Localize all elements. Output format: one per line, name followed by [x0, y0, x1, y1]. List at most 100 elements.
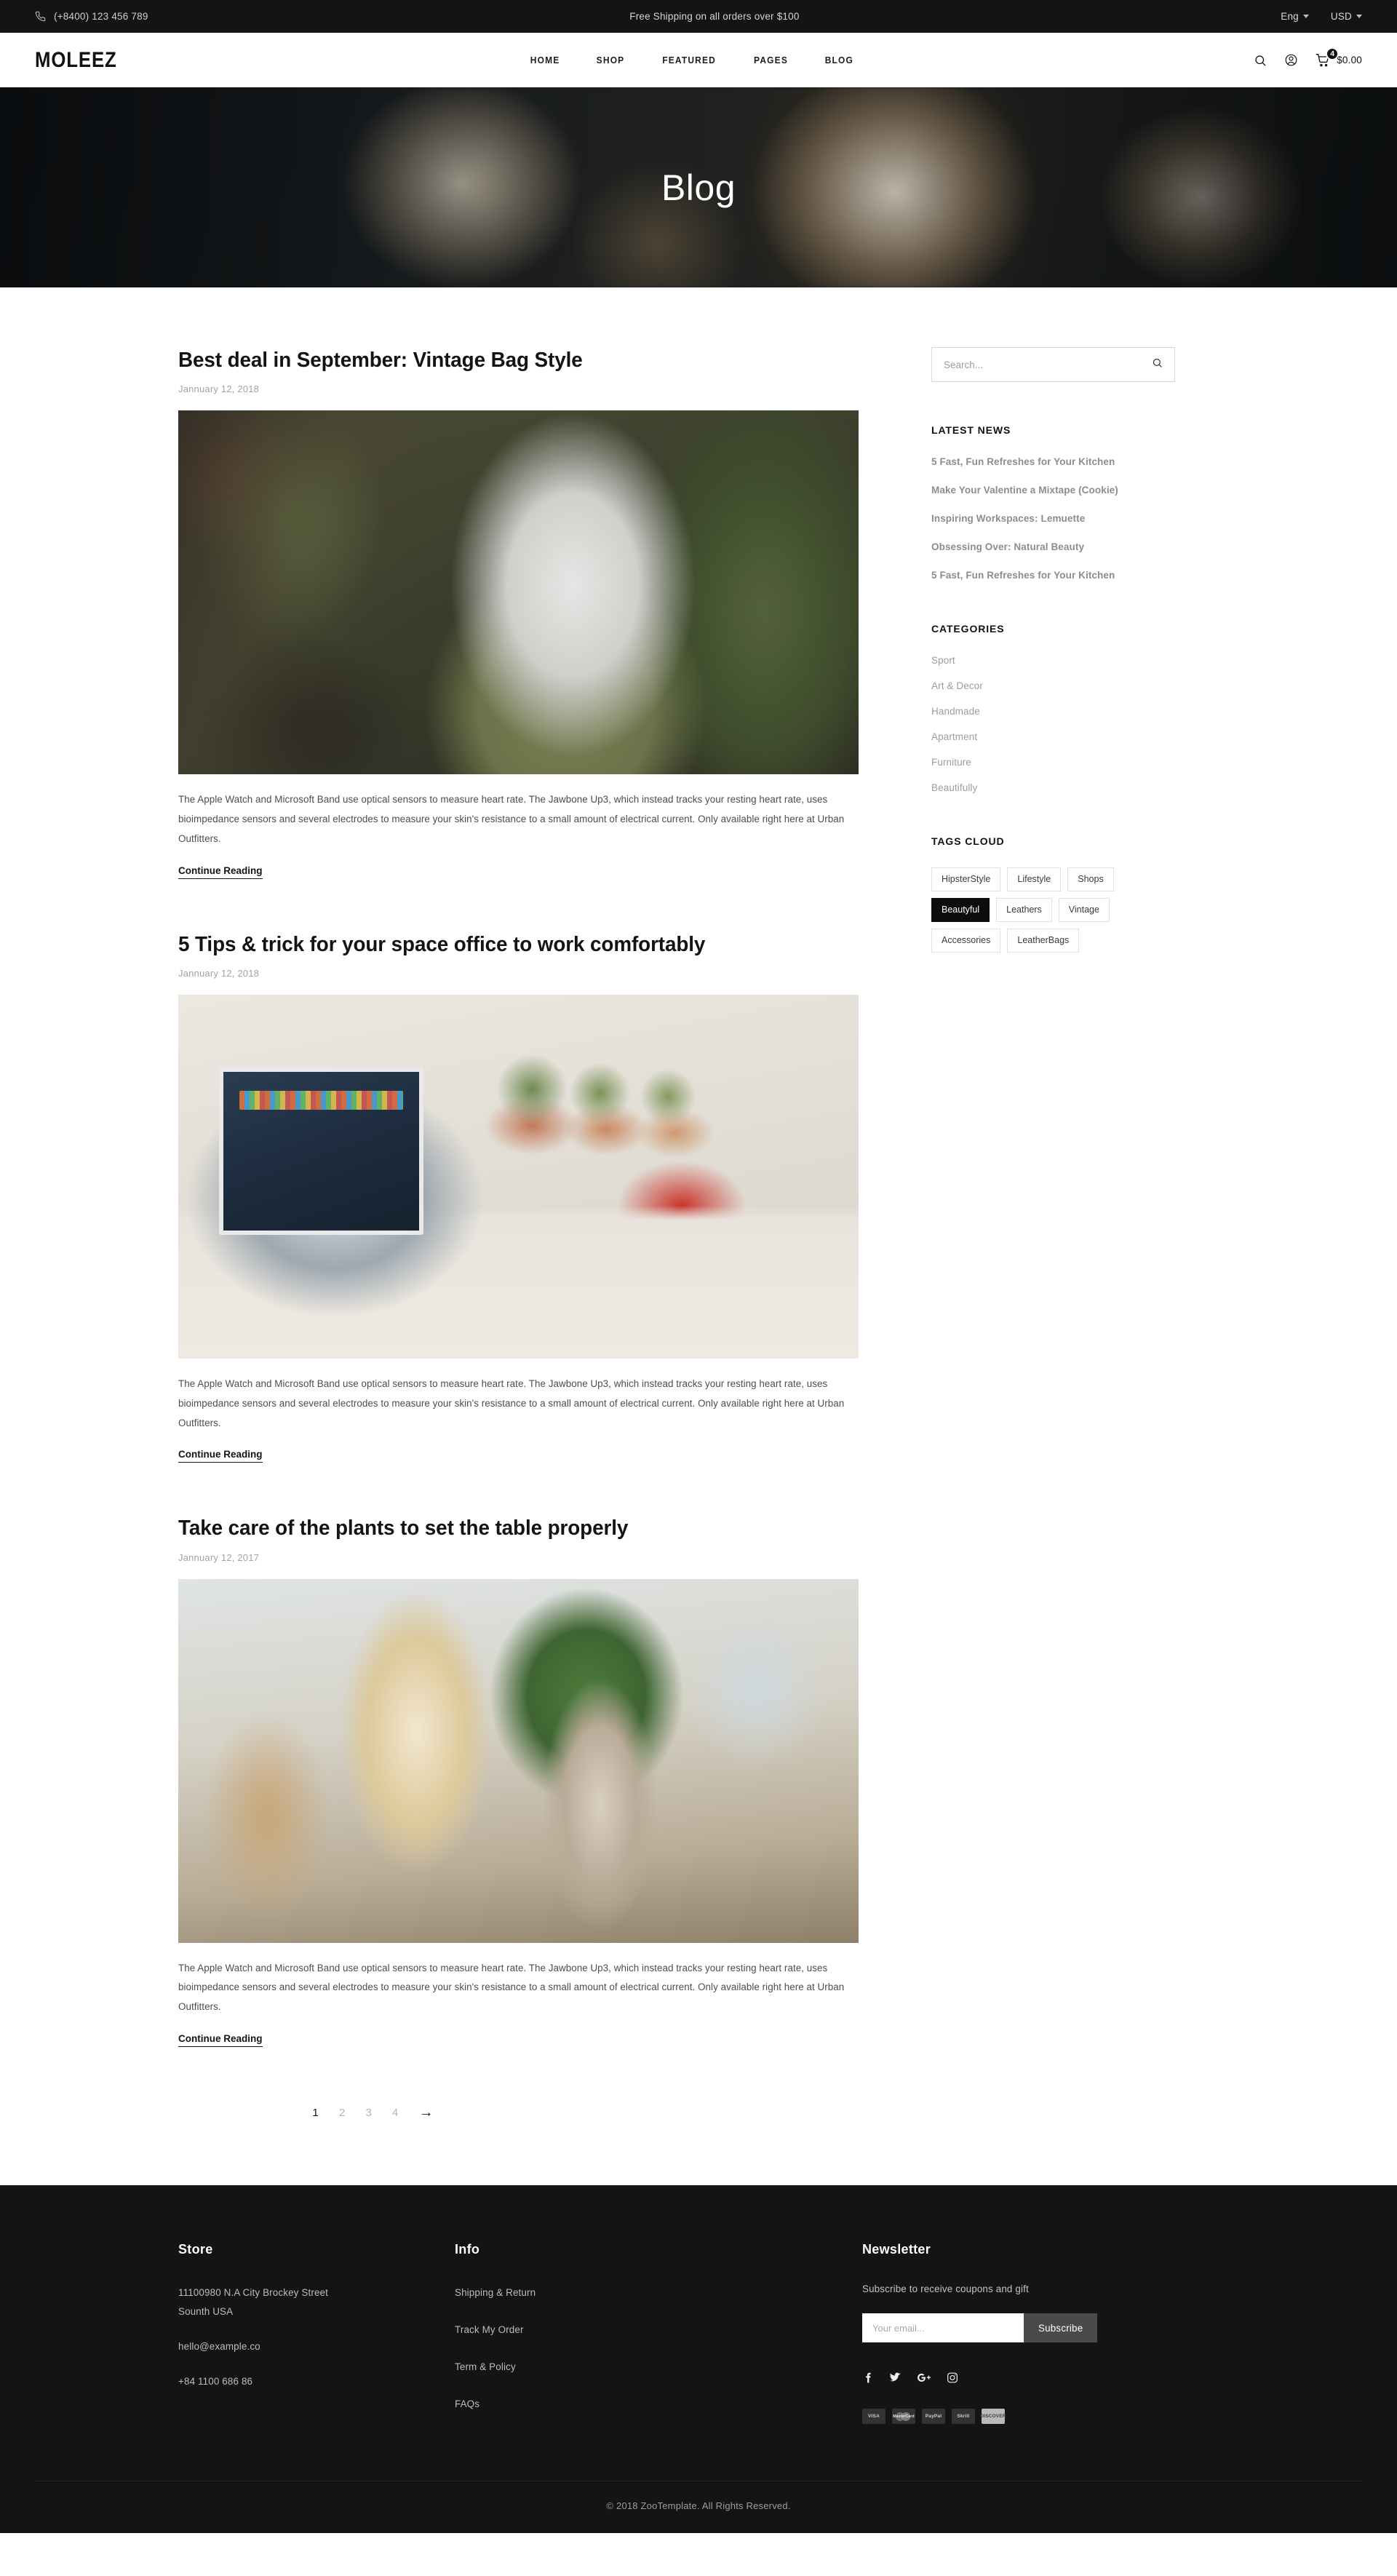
continue-reading-link[interactable]: Continue Reading	[178, 865, 263, 879]
footer-newsletter-subtitle: Subscribe to receive coupons and gift	[862, 2283, 1029, 2295]
cart-count-badge: 4	[1326, 47, 1340, 60]
nav-item-pages[interactable]: PAGES	[754, 55, 788, 65]
tag-chip[interactable]: Shops	[1067, 867, 1114, 891]
search-icon[interactable]	[1152, 357, 1163, 372]
list-item[interactable]: 5 Fast, Fun Refreshes for Your Kitchen	[931, 456, 1175, 467]
site-header: MOLEEZ HOME SHOP FEATURED PAGES BLOG 4 $…	[0, 33, 1397, 87]
list-item[interactable]: Handmade	[931, 706, 1175, 717]
tag-chip[interactable]: LeatherBags	[1007, 929, 1080, 953]
post-featured-image[interactable]	[178, 410, 859, 775]
search-icon[interactable]	[1254, 54, 1267, 67]
nav-item-shop[interactable]: SHOP	[597, 55, 625, 65]
categories-list: Sport Art & Decor Handmade Apartment Fur…	[931, 655, 1175, 793]
footer-column-info: Info Shipping & Return Track My Order Te…	[455, 2242, 862, 2433]
pagination-page-3[interactable]: 3	[366, 2107, 373, 2119]
page-hero-banner: Blog	[0, 87, 1397, 287]
widget-title: LATEST NEWS	[931, 424, 1011, 436]
footer-info-title: Info	[455, 2242, 480, 2257]
search-input[interactable]	[944, 359, 1152, 370]
list-item[interactable]: Make Your Valentine a Mixtape (Cookie)	[931, 485, 1175, 496]
top-announcement-bar: (+8400) 123 456 789 Free Shipping on all…	[0, 0, 1397, 33]
user-icon[interactable]	[1284, 53, 1298, 67]
blog-post: Best deal in September: Vintage Bag Styl…	[178, 347, 859, 879]
site-footer: Store 11100980 N.A City Brockey Street S…	[0, 2185, 1397, 2533]
blog-sidebar: LATEST NEWS 5 Fast, Fun Refreshes for Yo…	[931, 347, 1175, 2120]
instagram-icon[interactable]	[947, 2372, 958, 2384]
nav-item-featured[interactable]: FEATURED	[662, 55, 716, 65]
mastercard-badge: MasterCard	[892, 2409, 915, 2425]
language-selector[interactable]: Eng	[1281, 11, 1309, 22]
post-title[interactable]: Best deal in September: Vintage Bag Styl…	[178, 347, 832, 373]
tag-chip[interactable]: Lifestyle	[1007, 867, 1062, 891]
continue-reading-link[interactable]: Continue Reading	[178, 2033, 263, 2048]
topbar-contact: (+8400) 123 456 789	[35, 11, 148, 22]
nav-item-blog[interactable]: BLOG	[825, 55, 853, 65]
footer-link-term-policy[interactable]: Term & Policy	[455, 2358, 862, 2377]
footer-email[interactable]: hello@example.co	[178, 2337, 455, 2356]
footer-copyright: © 2018 ZooTemplate. All Rights Reserved.	[35, 2480, 1362, 2533]
tag-chip[interactable]: Accessories	[931, 929, 1001, 953]
post-featured-image[interactable]	[178, 994, 859, 1359]
facebook-icon[interactable]	[862, 2372, 873, 2384]
subscribe-button[interactable]: Subscribe	[1024, 2313, 1098, 2343]
topbar-promo-text: Free Shipping on all orders over $100	[629, 11, 800, 22]
footer-newsletter-title: Newsletter	[862, 2242, 931, 2257]
latest-news-list: 5 Fast, Fun Refreshes for Your Kitchen M…	[931, 456, 1175, 581]
pagination-page-1[interactable]: 1	[312, 2107, 319, 2119]
sidebar-search[interactable]	[931, 347, 1175, 382]
blog-post: Take care of the plants to set the table…	[178, 1515, 859, 2048]
tags-list: HipsterStyle Lifestyle Shops Beautyful L…	[931, 867, 1150, 953]
blog-post-list: Best deal in September: Vintage Bag Styl…	[178, 347, 859, 2120]
widget-title: CATEGORIES	[931, 623, 1005, 635]
page-content: Best deal in September: Vintage Bag Styl…	[178, 287, 1219, 2185]
widget-tags-cloud: TAGS CLOUD HipsterStyle Lifestyle Shops …	[931, 835, 1175, 953]
footer-info-links: Shipping & Return Track My Order Term & …	[455, 2283, 862, 2414]
post-title[interactable]: Take care of the plants to set the table…	[178, 1515, 832, 1541]
language-selector-label: Eng	[1281, 11, 1299, 22]
post-featured-image[interactable]	[178, 1578, 859, 1943]
list-item[interactable]: Art & Decor	[931, 680, 1175, 691]
cart-button[interactable]: 4 $0.00	[1316, 47, 1362, 68]
list-item[interactable]: Furniture	[931, 757, 1175, 768]
tag-chip-active[interactable]: Beautyful	[931, 898, 990, 922]
google-plus-icon[interactable]	[917, 2372, 931, 2384]
paypal-badge: PayPal	[922, 2409, 945, 2425]
footer-link-shipping-return[interactable]: Shipping & Return	[455, 2283, 862, 2302]
post-excerpt: The Apple Watch and Microsoft Band use o…	[178, 1378, 845, 1428]
pagination-page-4[interactable]: 4	[392, 2107, 399, 2119]
post-excerpt: The Apple Watch and Microsoft Band use o…	[178, 1962, 845, 2013]
tag-chip[interactable]: Vintage	[1058, 898, 1110, 922]
arrow-right-icon[interactable]: →	[419, 2105, 434, 2120]
topbar-phone-number[interactable]: (+8400) 123 456 789	[54, 11, 148, 22]
tag-chip[interactable]: Leathers	[996, 898, 1052, 922]
footer-link-faqs[interactable]: FAQs	[455, 2395, 862, 2414]
post-title[interactable]: 5 Tips & trick for your space office to …	[178, 931, 832, 958]
cart-total-amount: $0.00	[1337, 55, 1362, 65]
footer-link-track-my-order[interactable]: Track My Order	[455, 2321, 862, 2340]
list-item[interactable]: Inspiring Workspaces: Lemuette	[931, 513, 1175, 524]
tag-chip[interactable]: HipsterStyle	[931, 867, 1001, 891]
newsletter-email-input[interactable]	[862, 2313, 1024, 2343]
discover-badge: DISCOVER	[980, 2409, 1006, 2425]
twitter-icon[interactable]	[888, 2372, 902, 2384]
list-item[interactable]: 5 Fast, Fun Refreshes for Your Kitchen	[931, 570, 1175, 581]
list-item[interactable]: Sport	[931, 655, 1175, 666]
footer-phone[interactable]: +84 1100 686 86	[178, 2372, 455, 2391]
list-item[interactable]: Beautifully	[931, 782, 1175, 793]
widget-title: TAGS CLOUD	[931, 835, 1005, 847]
newsletter-form: Subscribe	[862, 2313, 1211, 2343]
continue-reading-link[interactable]: Continue Reading	[178, 1449, 263, 1463]
nav-item-home[interactable]: HOME	[530, 55, 560, 65]
footer-column-store: Store 11100980 N.A City Brockey Street S…	[178, 2242, 455, 2433]
page-root: (+8400) 123 456 789 Free Shipping on all…	[0, 0, 1397, 2533]
site-logo[interactable]: MOLEEZ	[35, 48, 117, 73]
payment-methods: VISA MasterCard PayPal Skrill DISCOVER	[862, 2409, 1211, 2425]
currency-selector[interactable]: USD	[1331, 11, 1362, 22]
main-navigation: HOME SHOP FEATURED PAGES BLOG	[130, 55, 1254, 65]
list-item[interactable]: Obsessing Over: Natural Beauty	[931, 541, 1175, 552]
pagination-page-2[interactable]: 2	[339, 2107, 346, 2119]
topbar-selectors: Eng USD	[1281, 11, 1362, 22]
pagination: 1 2 3 4 →	[178, 2105, 859, 2120]
list-item[interactable]: Apartment	[931, 731, 1175, 742]
chevron-down-icon	[1302, 15, 1309, 18]
